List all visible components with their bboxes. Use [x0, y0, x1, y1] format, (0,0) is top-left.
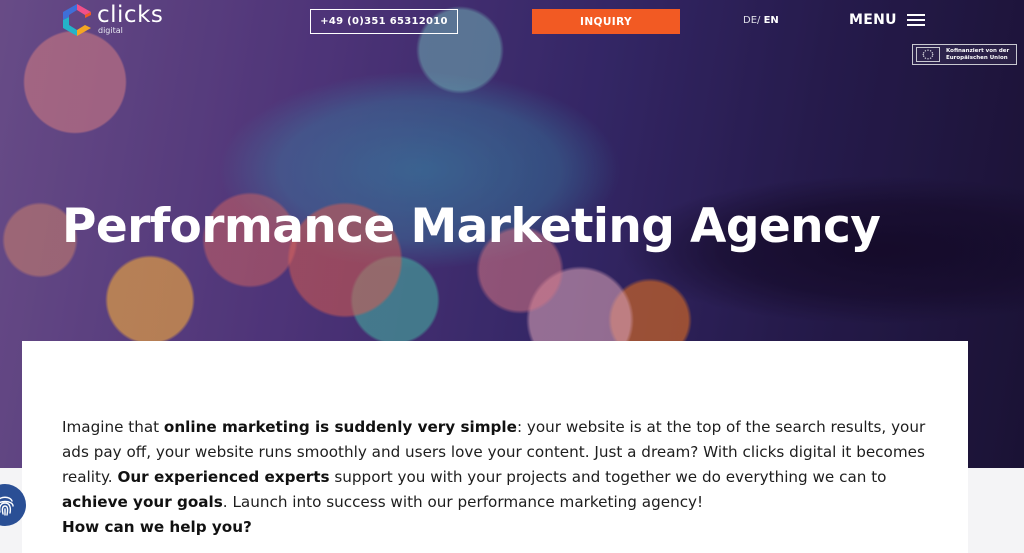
- intro-paragraph: Imagine that online marketing is suddenl…: [62, 415, 932, 515]
- eu-badge-text: Kofinanziert von der Europäischen Union: [946, 48, 1009, 62]
- intro-question: How can we help you?: [62, 518, 252, 536]
- inquiry-button[interactable]: INQUIRY: [532, 9, 680, 34]
- lang-en-link[interactable]: EN: [764, 15, 779, 26]
- eu-funding-badge: Kofinanziert von der Europäischen Union: [912, 44, 1017, 65]
- logo-sub: digital: [98, 26, 123, 35]
- hero-title: Performance Marketing Agency: [62, 199, 881, 254]
- logo-mark-icon: [63, 4, 91, 36]
- intro-card: Imagine that online marketing is suddenl…: [22, 341, 968, 553]
- logo-text: clicks digital: [97, 3, 163, 35]
- language-switcher: DE/ EN: [743, 15, 779, 26]
- hamburger-icon: [906, 14, 925, 26]
- intro-bold-3: achieve your goals: [62, 493, 223, 511]
- menu-label: MENU: [849, 12, 897, 28]
- intro-text-3: support you with your projects and toget…: [329, 468, 887, 486]
- intro-bold-1: online marketing is suddenly very simple: [163, 418, 517, 436]
- lang-separator: /: [757, 15, 761, 26]
- phone-button[interactable]: +49 (0)351 65312010: [310, 9, 458, 34]
- eu-badge-line2: Europäischen Union: [946, 54, 1008, 61]
- intro-text-1: Imagine that: [62, 418, 164, 436]
- logo-word: clicks: [97, 2, 164, 28]
- fingerprint-icon: [0, 496, 14, 516]
- eu-badge-line1: Kofinanziert von der: [946, 47, 1010, 54]
- intro-bold-2: Our experienced experts: [117, 468, 330, 486]
- logo-link[interactable]: clicks digital: [61, 3, 163, 37]
- intro-text-4: . Launch into success with our performan…: [222, 493, 704, 511]
- menu-button[interactable]: MENU: [849, 12, 925, 28]
- lang-de-link[interactable]: DE: [743, 15, 757, 26]
- eu-flag-icon: [916, 47, 940, 62]
